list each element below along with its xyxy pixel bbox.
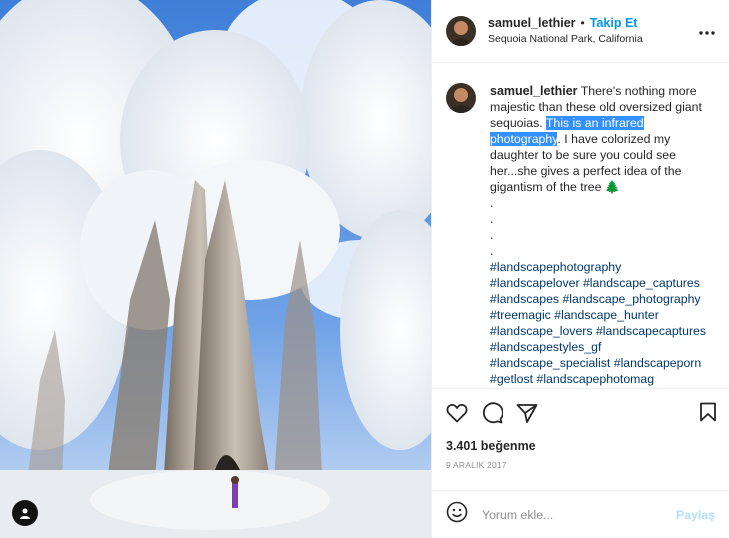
separator-dot: • bbox=[580, 16, 585, 30]
sequoia-infrared-image bbox=[0, 0, 431, 538]
post-header: samuel_lethier • Takip Et Sequoia National… bbox=[432, 0, 729, 63]
location-link[interactable]: Sequoia National Park, California bbox=[488, 31, 643, 47]
hashtag-line[interactable]: #treemagic #landscape_hunter bbox=[490, 307, 715, 323]
heart-icon[interactable] bbox=[446, 403, 468, 423]
post-comment-button[interactable]: Paylaş bbox=[676, 508, 715, 522]
hashtag-line[interactable]: #landscapephotography bbox=[490, 259, 715, 275]
follow-button[interactable]: Takip Et bbox=[590, 16, 638, 30]
more-options-icon[interactable] bbox=[699, 22, 715, 40]
hashtag-list: #landscapephotography #landscapelover #l… bbox=[490, 259, 715, 387]
comment-input[interactable]: Yorum ekle... bbox=[482, 508, 676, 522]
hashtag-line[interactable]: #landscapelover #landscape_captures bbox=[490, 275, 715, 291]
dot-line: . bbox=[490, 228, 494, 242]
caption-avatar[interactable] bbox=[446, 83, 476, 113]
bookmark-icon[interactable] bbox=[699, 402, 717, 427]
hashtag-line[interactable]: #getlost #landscapephotomag bbox=[490, 371, 715, 387]
post-side-panel: samuel_lethier • Takip Et Sequoia National… bbox=[431, 0, 729, 538]
hashtag-line[interactable]: #landscape_lovers #landscapecaptures bbox=[490, 323, 715, 339]
action-bar bbox=[432, 388, 729, 436]
dot-line: . bbox=[490, 212, 494, 226]
like-count[interactable]: 3.401 beğenme bbox=[432, 436, 729, 456]
hashtag-line[interactable]: #landscapestyles_gf bbox=[490, 339, 715, 355]
caption-username[interactable]: samuel_lethier bbox=[490, 84, 578, 98]
post-photo[interactable] bbox=[0, 0, 431, 538]
dot-line: . bbox=[490, 196, 494, 210]
share-icon[interactable] bbox=[516, 403, 538, 423]
dot-line: . bbox=[490, 244, 494, 258]
caption-dots: . . . . bbox=[490, 195, 715, 259]
avatar[interactable] bbox=[446, 16, 476, 46]
comment-bar: Yorum ekle... Paylaş bbox=[432, 490, 729, 538]
user-tag-icon[interactable] bbox=[12, 500, 38, 526]
caption: samuel_lethier There's nothing more maje… bbox=[490, 83, 715, 388]
comments-area[interactable]: samuel_lethier There's nothing more maje… bbox=[432, 63, 729, 388]
post-date: 9 ARALIK 2017 bbox=[446, 460, 507, 470]
emoji-icon[interactable] bbox=[446, 501, 468, 528]
username-link[interactable]: samuel_lethier bbox=[488, 16, 576, 30]
hashtag-line[interactable]: #landscapes #landscape_photography bbox=[490, 291, 715, 307]
comment-icon[interactable] bbox=[481, 401, 503, 424]
hashtag-line[interactable]: #landscape_specialist #landscapeporn bbox=[490, 355, 715, 371]
